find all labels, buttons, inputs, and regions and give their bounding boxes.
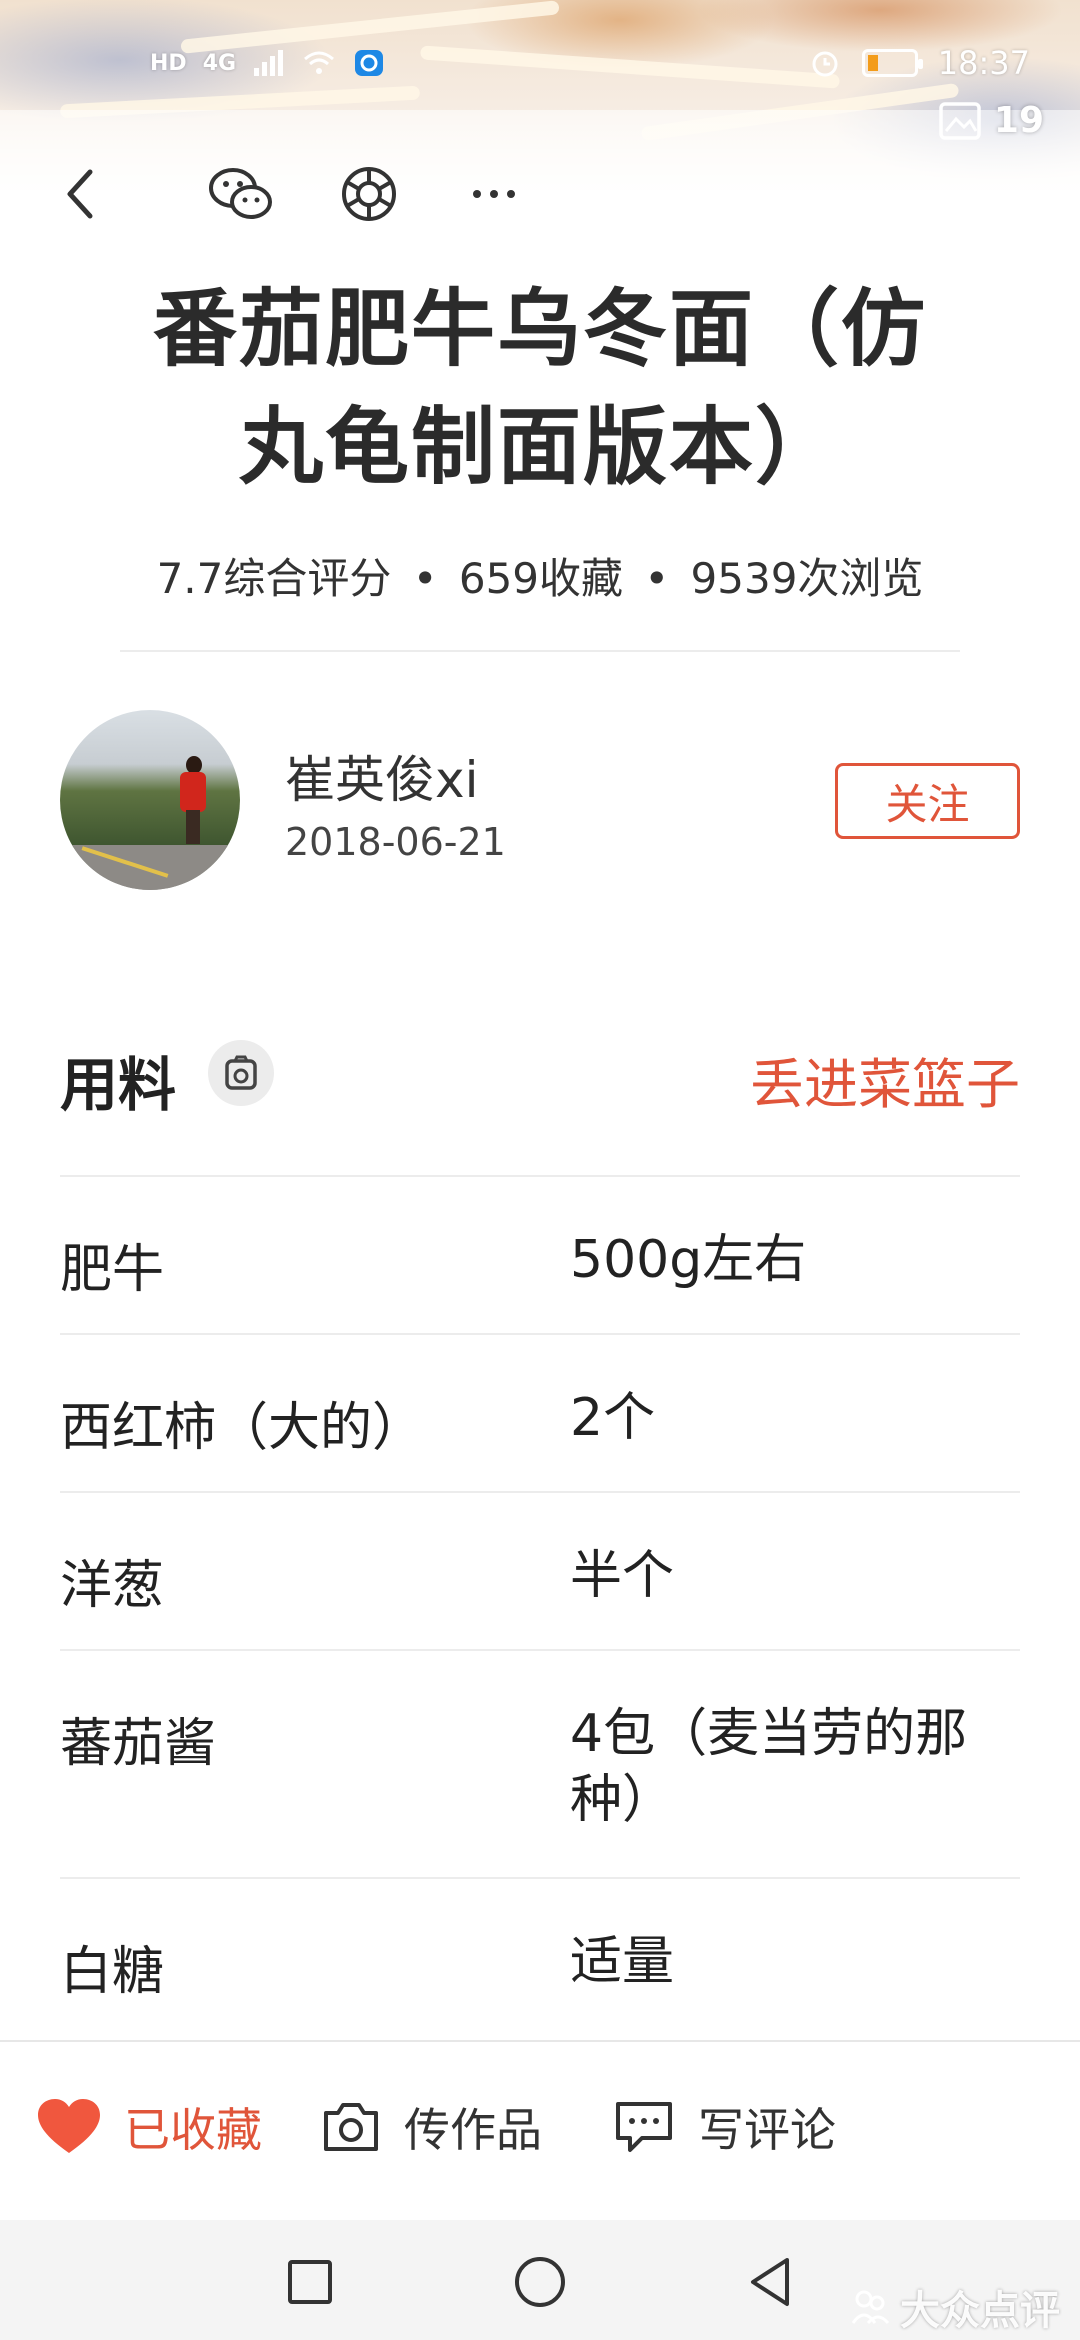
ingredient-list: 肥牛 500g左右 西红柿（大的） 2个 洋葱 半个 蕃茄酱 4包（麦当劳的那种… [60, 1175, 1020, 2035]
heart-icon [38, 2099, 100, 2153]
add-to-basket-link[interactable]: 丢进菜篮子 [750, 1040, 1020, 1119]
app-notification-icon [355, 50, 384, 76]
watermark: 大众点评 [850, 2278, 1060, 2336]
gallery-count[interactable]: 19 [938, 100, 1044, 141]
back-button[interactable] [44, 158, 116, 230]
back-nav-button[interactable] [740, 2252, 800, 2312]
upload-work-button[interactable]: 传作品 [320, 2094, 542, 2160]
recents-button[interactable] [280, 2252, 340, 2312]
back-icon [67, 169, 93, 219]
status-time: 18:37 [937, 44, 1030, 82]
signal-icon [254, 50, 284, 76]
ingredient-row: 洋葱 半个 [60, 1491, 1020, 1649]
write-comment-label: 写评论 [698, 2103, 836, 2157]
system-nav-bar: 大众点评 [0, 2220, 1080, 2340]
recipe-stats: 7.7综合评分 • 659收藏 • 9539次浏览 [0, 545, 1080, 606]
camera-icon [324, 2103, 378, 2151]
dianping-logo-icon [851, 2290, 890, 2325]
battery-icon [861, 49, 923, 77]
ingredient-row: 西红柿（大的） 2个 [60, 1333, 1020, 1491]
stat-separator: • [644, 554, 670, 603]
recipe-page: HD 4G 18:37 19 番茄肥牛乌冬面（仿丸龟制面版本） 7.7综合评分 … [0, 0, 1080, 2340]
favorites-stat: 659收藏 [458, 554, 624, 603]
network-4g-label: 4G [202, 50, 237, 76]
ingredient-amount: 适量 [570, 1932, 675, 1992]
network-hd-label: HD [150, 50, 187, 76]
publish-date: 2018-06-21 [285, 820, 506, 864]
moments-icon [342, 167, 396, 221]
comment-icon [616, 2102, 672, 2152]
ingredient-name: 肥牛 [60, 1240, 165, 1300]
ingredient-amount: 4包（麦当劳的那种） [570, 1704, 968, 1830]
ingredient-amount: 500g左右 [570, 1230, 807, 1290]
author-name[interactable]: 崔英俊xi [285, 740, 478, 812]
alarm-icon [812, 51, 838, 77]
more-button[interactable] [458, 158, 530, 230]
stat-separator: • [412, 554, 438, 603]
write-comment-button[interactable]: 写评论 [612, 2094, 836, 2160]
ingredient-row: 白糖 适量 [60, 1877, 1020, 2035]
views-stat: 9539次浏览 [690, 554, 924, 603]
ingredient-name: 蕃茄酱 [60, 1714, 217, 1774]
ingredient-amount: 2个 [570, 1388, 656, 1448]
rating-stat: 7.7综合评分 [156, 554, 392, 603]
watermark-label: 大众点评 [900, 2288, 1060, 2334]
ingredient-row: 肥牛 500g左右 [60, 1175, 1020, 1333]
upload-work-label: 传作品 [404, 2103, 542, 2157]
gallery-icon [939, 101, 981, 140]
scale-button[interactable] [208, 1040, 274, 1106]
favorite-label: 已收藏 [124, 2103, 262, 2157]
ingredient-name: 洋葱 [60, 1556, 165, 1616]
ingredients-title: 用料 [60, 1051, 177, 1119]
author-avatar[interactable] [60, 710, 240, 890]
wechat-icon [209, 168, 272, 219]
scale-icon [225, 1055, 257, 1090]
favorite-button[interactable]: 已收藏 [36, 2094, 262, 2160]
ingredient-row: 蕃茄酱 4包（麦当劳的那种） [60, 1649, 1020, 1877]
wifi-icon [304, 51, 335, 74]
follow-button[interactable]: 关注 [835, 763, 1020, 839]
toolbar [0, 150, 1080, 230]
gallery-count-label: 19 [993, 100, 1044, 141]
more-icon [473, 190, 515, 198]
ingredients-header: 用料 丢进菜篮子 [60, 1030, 1020, 1119]
divider [120, 650, 960, 652]
status-bar: HD 4G 18:37 [0, 40, 1080, 90]
bottom-action-bar: 已收藏 传作品 写评论 [0, 2040, 1080, 2220]
share-wechat-button[interactable] [205, 158, 277, 230]
home-button[interactable] [510, 2252, 570, 2312]
ingredient-name: 西红柿（大的） [60, 1398, 425, 1458]
share-moments-button[interactable] [333, 158, 405, 230]
triangle-back-icon [751, 2258, 789, 2306]
circle-icon [515, 2257, 565, 2307]
square-icon [288, 2260, 332, 2304]
recipe-title: 番茄肥牛乌冬面（仿丸龟制面版本） [152, 280, 927, 496]
ingredient-name: 白糖 [60, 1942, 165, 2002]
ingredient-amount: 半个 [570, 1546, 675, 1606]
